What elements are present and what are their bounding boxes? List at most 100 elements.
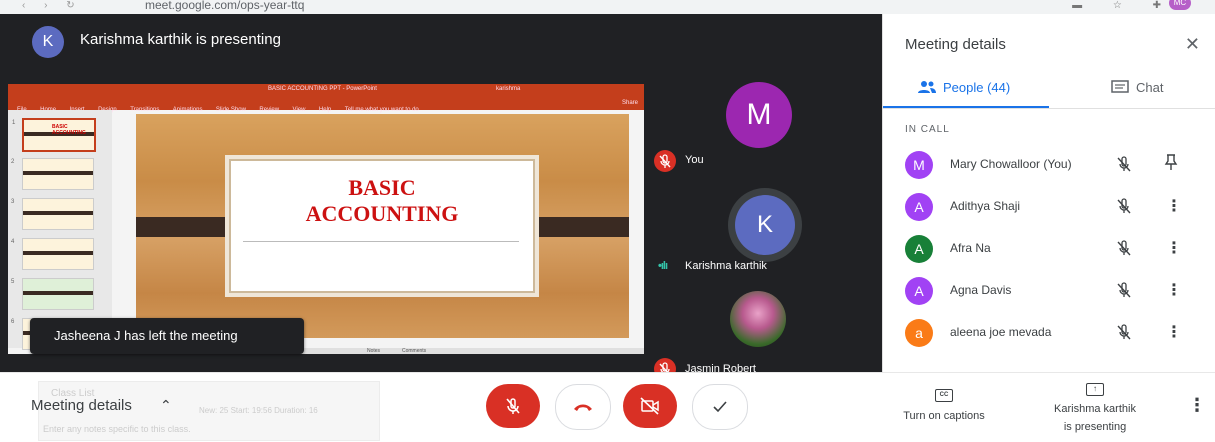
participant-row[interactable]: A Afra Na ⋮ xyxy=(883,229,1215,269)
attendance-check-button[interactable] xyxy=(692,384,748,430)
ppt-thumb: 4 xyxy=(11,238,94,270)
participant-avatar: A xyxy=(905,277,933,305)
tab-chat-label: Chat xyxy=(1136,80,1164,95)
ghost-notes: Enter any notes specific to this class. xyxy=(43,424,191,434)
thumb-title: BASIC ACCOUNTING xyxy=(52,124,86,136)
profile-avatar[interactable]: MC xyxy=(1169,0,1191,10)
mic-off-icon xyxy=(654,150,676,172)
tab-people-label: People (44) xyxy=(943,80,1011,95)
thumb-number: 3 xyxy=(11,199,15,205)
pin-icon[interactable] xyxy=(1163,153,1179,171)
chat-icon xyxy=(1111,80,1129,93)
slide-title: BASIC ACCOUNTING xyxy=(305,175,459,226)
presenting-button[interactable]: ↑ Karishma karthik is presenting xyxy=(1040,383,1150,435)
participant-row[interactable]: a aleena joe mevada ⋮ xyxy=(883,313,1215,353)
meeting-details-panel: Meeting details ✕ People (44) Chat IN CA… xyxy=(882,14,1215,372)
mic-off-icon xyxy=(1117,156,1131,172)
ppt-ribbon-tabs: File Home Insert Design Transitions Anim… xyxy=(8,98,644,113)
presentation-stage: K Karishma karthik is presenting BASIC A… xyxy=(0,14,882,380)
thumb-number: 1 xyxy=(12,120,16,126)
more-options-icon[interactable]: ⋮ xyxy=(1166,238,1182,258)
participant-avatar: a xyxy=(905,319,933,347)
participant-tiles: M You K •ılı Karishma karthik Jasmin Rob… xyxy=(646,58,882,380)
participant-row[interactable]: A Agna Davis ⋮ xyxy=(883,271,1215,311)
close-icon[interactable]: ✕ xyxy=(1185,34,1200,55)
slide-title-card: BASIC ACCOUNTING xyxy=(229,159,535,293)
karishma-initial: K xyxy=(735,195,795,255)
ppt-menu-item: Review xyxy=(259,107,280,113)
ghost-meta: New: 25 Start: 19:56 Duration: 16 xyxy=(199,406,318,415)
present-screen-icon: ↑ xyxy=(1086,383,1104,396)
ppt-share: Share xyxy=(621,100,638,106)
ppt-menu-item: Tell me what you want to do xyxy=(344,107,419,113)
ppt-slide: BASIC ACCOUNTING xyxy=(136,114,629,338)
in-call-heading: IN CALL xyxy=(905,124,950,135)
ppt-thumb: 5 xyxy=(11,278,94,310)
tab-chat[interactable]: Chat xyxy=(1111,80,1163,95)
participant-avatar: M xyxy=(905,151,933,179)
tile-name-you: You xyxy=(685,154,704,166)
ppt-menu-item: Transitions xyxy=(130,107,160,113)
participant-avatar: A xyxy=(905,235,933,263)
left-meeting-toast: Jasheena J has left the meeting xyxy=(30,318,304,354)
presenter-banner-text: Karishma karthik is presenting xyxy=(80,31,281,48)
ppt-notes: Notes xyxy=(367,348,381,354)
ppt-menu-item: View xyxy=(292,107,306,113)
mic-off-icon xyxy=(506,398,520,414)
participant-name: Adithya Shaji xyxy=(950,199,1021,213)
browser-extension-icons[interactable]: ▬ ☆ ✚ xyxy=(1072,0,1175,11)
participant-name: Afra Na xyxy=(950,241,991,255)
thumb-number: 4 xyxy=(11,239,15,245)
presenter-avatar: K xyxy=(32,26,64,58)
tab-people[interactable]: People (44) xyxy=(917,80,1010,95)
ppt-thumb: 1 BASIC ACCOUNTING xyxy=(12,118,96,152)
participant-row[interactable]: A Adithya Shaji ⋮ xyxy=(883,187,1215,227)
tile-name-karishma: Karishma karthik xyxy=(685,260,767,272)
participant-row[interactable]: M Mary Chowalloor (You) xyxy=(883,145,1215,185)
more-options-icon[interactable]: ⋮ xyxy=(1166,322,1182,342)
captions-label: Turn on captions xyxy=(903,410,985,422)
checkmark-icon xyxy=(713,401,727,412)
chevron-up-icon[interactable]: ⌃ xyxy=(160,397,172,414)
camera-off-icon xyxy=(640,397,659,415)
presenting-label: Karishma karthik is presenting xyxy=(1054,403,1136,433)
ppt-thumb: 3 xyxy=(11,198,94,230)
mic-off-icon xyxy=(1117,324,1131,340)
participant-name: Agna Davis xyxy=(950,283,1012,297)
ppt-window-title: BASIC ACCOUNTING PPT - PowerPoint xyxy=(268,86,377,92)
mic-toggle-button[interactable] xyxy=(486,384,540,428)
ppt-menu-item: Help xyxy=(318,107,332,113)
participant-name: Mary Chowalloor (You) xyxy=(950,157,1072,171)
more-options-icon[interactable]: ⋮ xyxy=(1166,280,1182,300)
meeting-details-toggle[interactable]: Meeting details xyxy=(31,397,132,414)
mic-off-icon xyxy=(1117,198,1131,214)
browser-nav-icons[interactable]: ‹ › ↻ xyxy=(22,0,83,11)
ppt-thumb: 2 xyxy=(11,158,94,190)
meeting-controls-bar: Class List New: 25 Start: 19:56 Duration… xyxy=(0,372,1215,442)
ppt-menu-item: Slide Show xyxy=(215,107,246,113)
mic-off-icon xyxy=(1117,282,1131,298)
leave-call-button[interactable] xyxy=(555,384,611,430)
mic-off-icon xyxy=(1117,240,1131,256)
address-bar[interactable]: meet.google.com/ops-year-ttq xyxy=(145,0,304,12)
ppt-menu-item: Animations xyxy=(172,107,203,113)
participant-avatar: A xyxy=(905,193,933,221)
more-options-icon[interactable]: ⋮ xyxy=(1166,196,1182,216)
hang-up-icon xyxy=(574,404,592,411)
thumb-number: 6 xyxy=(11,319,15,325)
camera-toggle-button[interactable] xyxy=(623,384,677,428)
captions-icon: CC xyxy=(935,389,953,402)
panel-title: Meeting details xyxy=(905,36,1006,53)
karishma-tile-avatar: K xyxy=(728,188,802,262)
ppt-title-bar: BASIC ACCOUNTING PPT - PowerPoint karish… xyxy=(8,84,644,98)
browser-toolbar: ‹ › ↻ meet.google.com/ops-year-ttq ▬ ☆ ✚… xyxy=(0,0,1215,15)
captions-button[interactable]: CC Turn on captions xyxy=(896,389,992,424)
thumb-number: 2 xyxy=(11,159,15,165)
ppt-comments: Comments xyxy=(402,348,427,354)
thumb-number: 5 xyxy=(11,279,15,285)
speaking-indicator-icon: •ılı xyxy=(658,260,668,272)
jasmin-avatar-photo xyxy=(730,291,786,347)
participant-name: aleena joe mevada xyxy=(950,325,1052,339)
shared-screen: BASIC ACCOUNTING PPT - PowerPoint karish… xyxy=(8,84,644,354)
more-options-icon[interactable]: ⋮ xyxy=(1188,395,1206,416)
